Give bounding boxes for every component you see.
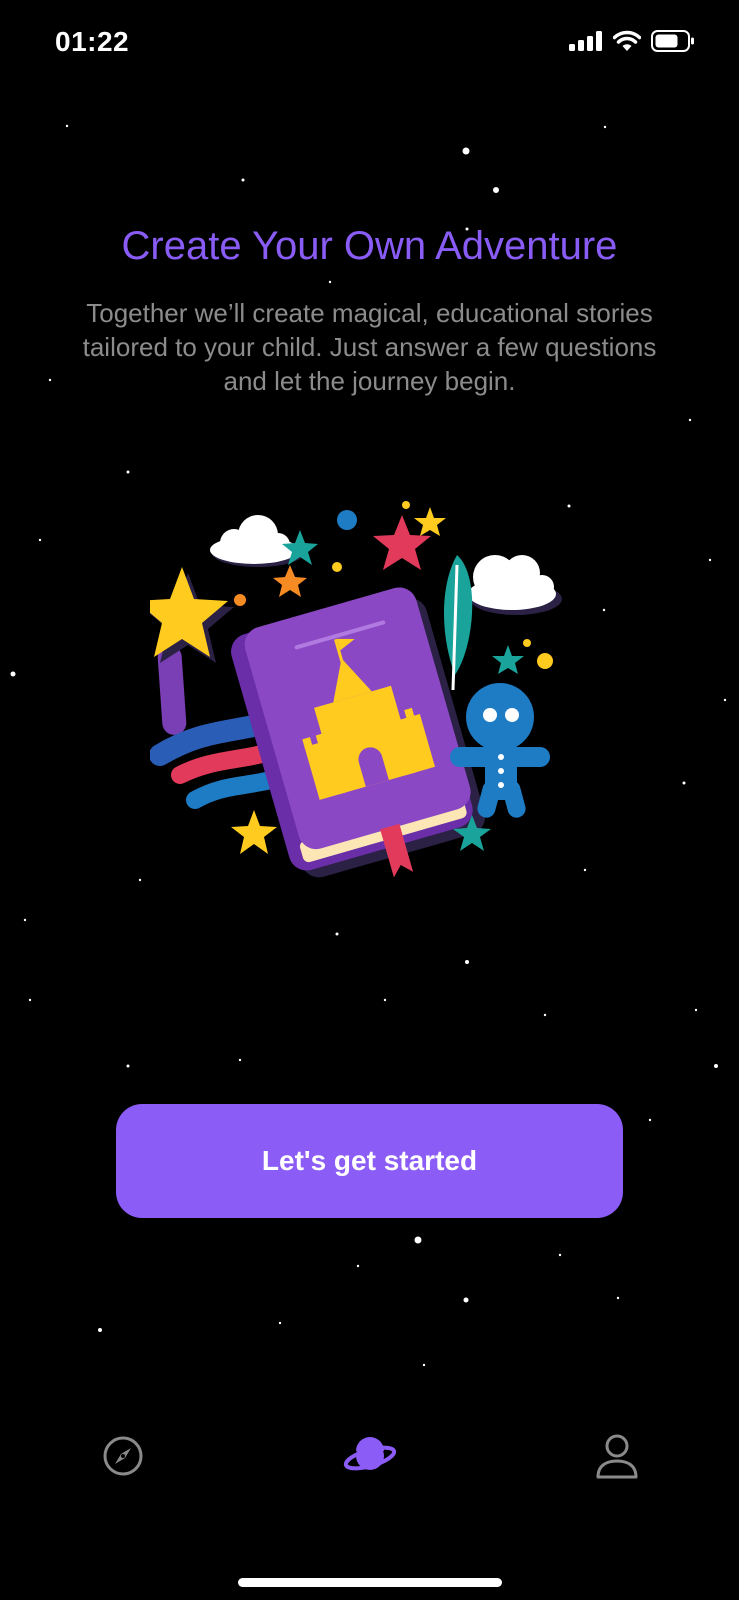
planet-icon xyxy=(343,1437,397,1471)
cloud-right xyxy=(468,555,562,615)
tab-profile[interactable] xyxy=(587,1426,647,1486)
page-title: Create Your Own Adventure xyxy=(121,224,618,268)
battery-icon xyxy=(651,30,694,52)
page-subtitle: Together we’ll create magical, education… xyxy=(82,298,657,396)
status-time: 01:22 xyxy=(55,26,130,57)
storybook-illustration xyxy=(150,501,562,878)
tab-bar xyxy=(0,1400,739,1510)
cellular-signal-icon xyxy=(569,31,602,51)
compass-icon xyxy=(103,1436,143,1476)
home-indicator xyxy=(238,1578,502,1587)
onboarding-screen: 01:22 Create Your Own Adventure Together… xyxy=(0,0,739,1600)
get-started-button[interactable]: Let's get started xyxy=(116,1104,623,1218)
tab-explore[interactable] xyxy=(93,1426,153,1486)
status-icons xyxy=(569,30,695,52)
profile-icon xyxy=(596,1434,638,1479)
wifi-icon xyxy=(613,30,641,51)
tab-planet[interactable] xyxy=(340,1426,400,1486)
status-bar: 01:22 xyxy=(0,0,739,90)
